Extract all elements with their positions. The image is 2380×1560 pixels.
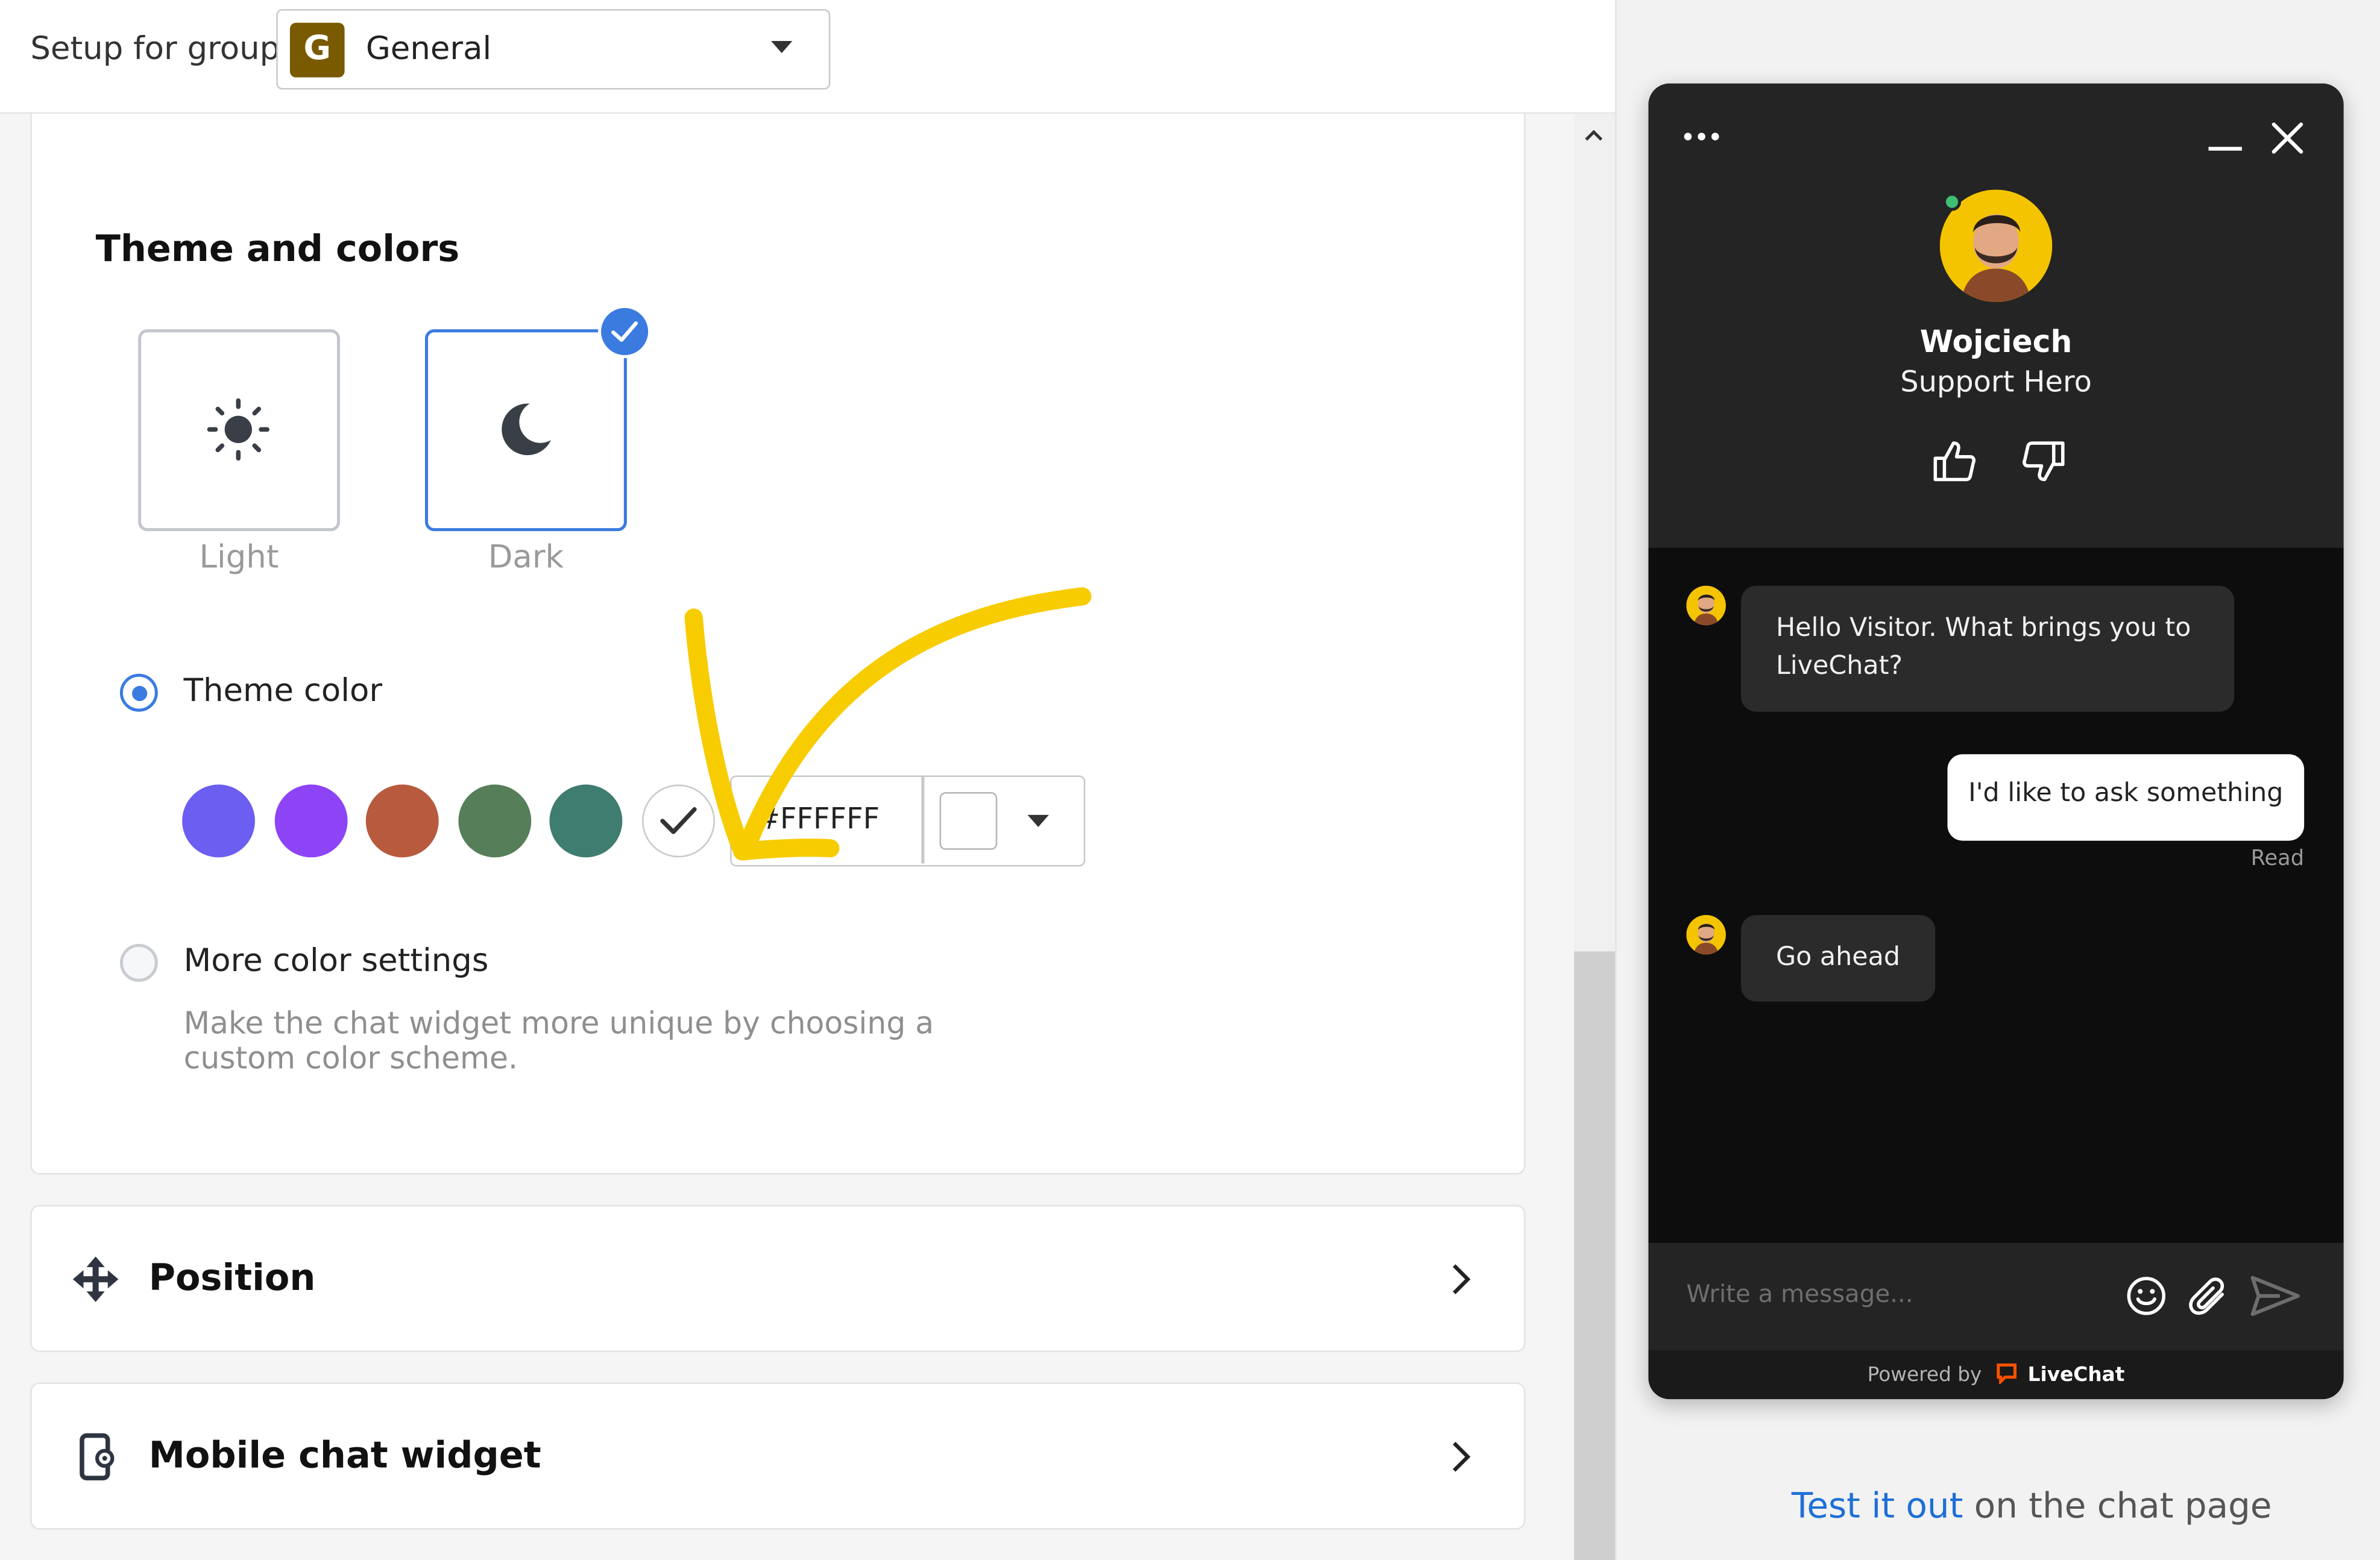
chevron-right-icon	[1452, 1264, 1471, 1295]
theme-label-dark: Dark	[488, 538, 564, 576]
color-swatch-white[interactable]	[641, 784, 714, 858]
group-label: Setup for group	[30, 30, 280, 67]
annotation-arrow-icon	[684, 587, 1092, 861]
agent-message-avatar	[1686, 585, 1726, 626]
paperclip-icon[interactable]	[2186, 1275, 2232, 1321]
test-it-out-suffix: on the chat page	[1963, 1487, 2272, 1527]
powered-by-footer: Powered by LiveChat	[1648, 1350, 2344, 1400]
sun-icon	[207, 398, 269, 461]
agent-message-bubble: Hello Visitor. What brings you to LiveCh…	[1741, 585, 2235, 712]
mobile-settings-icon	[80, 1433, 115, 1480]
color-swatch[interactable]	[182, 784, 256, 858]
more-options-icon[interactable]	[1682, 129, 1728, 144]
left-settings-panel: Setup for group G General Theme and colo…	[0, 0, 1616, 1560]
message-input[interactable]: Write a message...	[1686, 1279, 1913, 1308]
color-swatch[interactable]	[549, 784, 623, 858]
agent-role: Support Hero	[1900, 365, 2092, 400]
chat-widget-preview: Wojciech Support Hero Hello Visitor. Wha…	[1648, 83, 2344, 1400]
move-arrows-icon	[72, 1256, 119, 1303]
theme-label-light: Light	[199, 538, 279, 576]
accordion-label: Position	[148, 1256, 316, 1299]
thumbs-up-icon[interactable]	[1931, 437, 1980, 486]
scrollbar-thumb[interactable]	[1574, 951, 1616, 1560]
accordion-position[interactable]: Position	[30, 1204, 1526, 1353]
chevron-down-icon	[771, 40, 793, 54]
emoji-icon[interactable]	[2125, 1275, 2168, 1317]
visitor-message-bubble: I'd like to ask something	[1947, 754, 2305, 841]
color-swatch[interactable]	[458, 784, 531, 858]
thumbs-down-icon[interactable]	[2019, 437, 2068, 486]
scroll-up-arrow-icon[interactable]	[1582, 123, 1606, 147]
section-title: Theme and colors	[95, 227, 460, 271]
accordion-mobile-chat-widget[interactable]: Mobile chat widget	[30, 1382, 1526, 1530]
color-swatch[interactable]	[274, 784, 347, 858]
test-widget-line: Test it out on the chat page	[1615, 1487, 2380, 1526]
message-read-status: Read	[2250, 846, 2305, 872]
message-composer: Write a message...	[1648, 1242, 2344, 1351]
more-color-settings-radio[interactable]	[119, 943, 158, 982]
radio-selected-dot	[131, 685, 146, 700]
agent-message-bubble: Go ahead	[1741, 915, 1935, 1002]
livechat-logo-icon	[1996, 1363, 2016, 1384]
accordion-label: Mobile chat widget	[148, 1434, 541, 1477]
close-icon[interactable]	[2269, 120, 2305, 156]
livechat-brand[interactable]: LiveChat	[2028, 1364, 2125, 1387]
theme-color-label: Theme color	[183, 672, 383, 709]
theme-color-radio[interactable]	[119, 673, 158, 712]
group-dropdown[interactable]: G General	[276, 9, 831, 90]
selected-check-icon	[598, 305, 652, 359]
group-selector-bar: Setup for group G General	[0, 0, 1616, 114]
check-icon	[660, 807, 696, 834]
minimize-icon[interactable]	[2207, 121, 2243, 157]
group-avatar: G	[289, 22, 345, 78]
more-color-settings-label: More color settings	[183, 942, 489, 979]
theme-option-dark[interactable]	[425, 329, 627, 532]
color-swatch[interactable]	[365, 784, 439, 858]
settings-page: Setup for group G General Theme and colo…	[0, 0, 2380, 1560]
more-color-settings-description: Make the chat widget more unique by choo…	[183, 1004, 934, 1076]
group-dropdown-value: General	[365, 30, 492, 67]
powered-by-text: Powered by	[1867, 1364, 1982, 1387]
chevron-right-icon	[1452, 1441, 1471, 1472]
theme-option-light[interactable]	[138, 329, 341, 532]
test-it-out-link[interactable]: Test it out	[1792, 1487, 1963, 1526]
agent-message-avatar	[1686, 915, 1726, 955]
online-status-dot	[1942, 192, 1962, 211]
widget-header: Wojciech Support Hero	[1648, 83, 2344, 548]
moon-icon	[502, 403, 551, 456]
send-icon[interactable]	[2250, 1273, 2302, 1319]
agent-name: Wojciech	[1919, 323, 2073, 360]
theme-colors-card: Theme and colors Light Dark Theme color …	[30, 113, 1526, 1175]
scrollbar[interactable]	[1574, 113, 1616, 1560]
